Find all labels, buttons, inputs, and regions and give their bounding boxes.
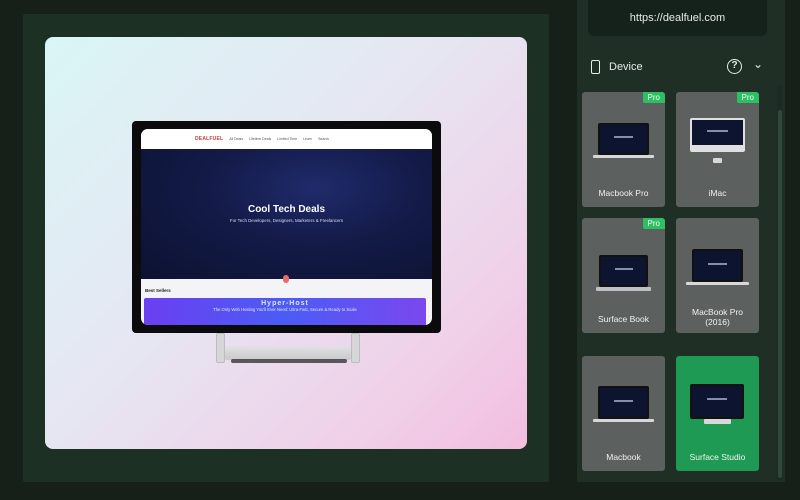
stand-shadow [231,359,347,363]
device-tile-macbook-pro-2016[interactable]: MacBook Pro (2016) [676,218,759,333]
device-tile-label: Macbook [606,452,641,462]
website-screenshot: DEALFUEL All Deals Lifetime Deals Limite… [141,129,432,325]
hero-subtitle: For Tech Developers, Designers, Marketer… [229,218,344,223]
device-thumbnail [599,255,648,287]
device-tile-label: Macbook Pro [598,188,649,198]
device-section-header[interactable]: Device ? ⌄ [577,54,785,80]
stand-base [225,346,351,360]
hero-title: Cool Tech Deals [247,204,326,215]
device-grid: Pro Macbook Pro Pro iMac Pro Surface Boo… [577,86,785,482]
device-tile-macbook-pro[interactable]: Pro Macbook Pro [582,92,665,207]
laptop-base [593,155,654,158]
device-section-title: Device [609,61,643,73]
url-input[interactable]: https://dealfuel.com [588,0,767,36]
banner-subtitle: The Only Web Hosting You'll Ever Need: U… [213,307,357,312]
site-logo: DEALFUEL [195,136,224,142]
site-nav-item: Lifetime Deals [249,137,272,141]
device-tile-surface-book[interactable]: Pro Surface Book [582,218,665,333]
laptop-base [593,419,654,422]
scroll-indicator-icon [283,275,289,283]
stand-arm-right [351,333,360,363]
device-tile-surface-studio[interactable]: Surface Studio [676,356,759,471]
pro-badge: Pro [642,92,665,103]
canvas-panel: DEALFUEL All Deals Lifetime Deals Limite… [23,14,549,482]
device-tile-imac[interactable]: Pro iMac [676,92,759,207]
laptop-base [596,287,651,291]
pro-badge: Pro [736,92,759,103]
device-tile-label: iMac [708,188,727,198]
site-nav-item: Search [318,137,330,141]
studio-stand [704,419,731,424]
pro-badge: Pro [642,218,665,229]
section-label: Best Sellers [145,288,171,293]
promo-banner: Hyper-Host The Only Web Hosting You'll E… [144,298,426,325]
device-tile-macbook[interactable]: Macbook [582,356,665,471]
device-thumbnail [690,384,744,419]
device-tile-label: MacBook Pro (2016) [691,307,744,327]
surface-studio-monitor: DEALFUEL All Deals Lifetime Deals Limite… [132,121,441,333]
device-sidebar: https://dealfuel.com Device ? ⌄ Pro Macb… [577,0,785,482]
site-nav-item: All Deals [229,137,244,141]
phone-icon [591,60,600,74]
device-tile-label: Surface Studio [689,452,746,462]
device-thumbnail [690,118,745,152]
device-tile-label: Surface Book [597,314,650,324]
help-icon[interactable]: ? [727,59,742,74]
banner-title: Hyper-Host [261,300,309,307]
device-thumbnail [598,386,649,419]
device-thumbnail [598,123,649,155]
site-header: DEALFUEL All Deals Lifetime Deals Limite… [141,129,432,149]
device-thumbnail [692,249,743,282]
site-nav-item: Learn [303,137,313,141]
site-hero: Cool Tech Deals For Tech Developers, Des… [141,149,432,283]
imac-stand [713,158,722,163]
chevron-down-icon[interactable]: ⌄ [753,57,763,71]
stand-arm-left [216,333,225,363]
site-nav-item: Limited Time [277,137,298,141]
laptop-base [686,282,749,285]
preview-card: DEALFUEL All Deals Lifetime Deals Limite… [45,37,527,449]
